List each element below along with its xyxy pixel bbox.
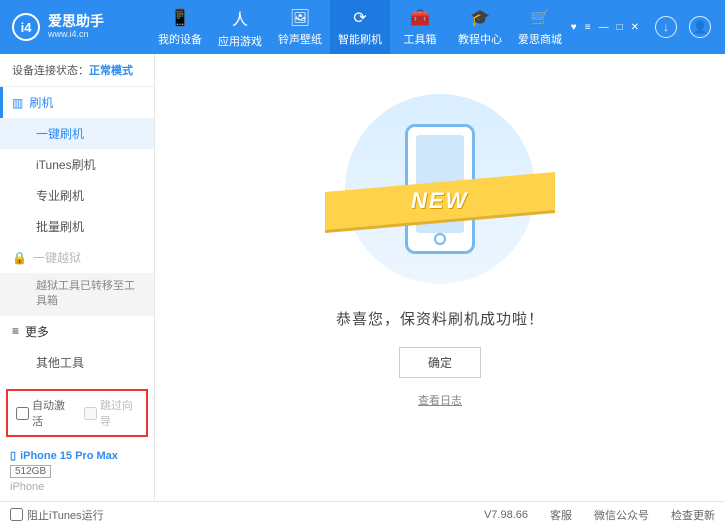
minimize-icon[interactable]: — — [599, 22, 609, 33]
nav-item-5[interactable]: 🎓教程中心 — [450, 0, 510, 54]
device-storage: 512GB — [10, 465, 51, 478]
lock-icon: 🔒 — [12, 251, 27, 265]
nav-item-0[interactable]: 📱我的设备 — [150, 0, 210, 54]
success-illustration: NEW — [345, 94, 535, 284]
download-icon[interactable]: ↓ — [655, 16, 677, 38]
sidebar-item-flash-2[interactable]: 专业刷机 — [0, 180, 154, 211]
device-icon: ▯ — [10, 449, 16, 462]
nav-icon: 🛒 — [530, 8, 550, 28]
nav-item-1[interactable]: 人应用游戏 — [210, 0, 270, 54]
header: i4 爱思助手 www.i4.cn 📱我的设备人应用游戏🖼铃声壁纸⟳智能刷机🧰工… — [0, 0, 725, 54]
list-icon: ≡ — [12, 324, 19, 338]
nav-icon: 🎓 — [470, 8, 490, 28]
footer-link-support[interactable]: 客服 — [550, 507, 572, 523]
nav-item-3[interactable]: ⟳智能刷机 — [330, 0, 390, 54]
auto-activate-checkbox[interactable]: 自动激活 — [16, 397, 70, 429]
main-content: NEW 恭喜您，保资料刷机成功啦！ 确定 查看日志 — [155, 54, 725, 501]
sidebar-group-flash[interactable]: ▥ 刷机 — [0, 87, 154, 118]
jailbreak-note: 越狱工具已转移至工具箱 — [0, 273, 154, 316]
nav-item-6[interactable]: 🛒爱思商城 — [510, 0, 570, 54]
nav-icon: 📱 — [170, 8, 190, 28]
close-icon[interactable]: ✕ — [631, 22, 639, 33]
footer: 阻止iTunes运行 V7.98.66 客服 微信公众号 检查更新 — [0, 501, 725, 527]
sidebar: 设备连接状态：正常模式 ▥ 刷机 一键刷机iTunes刷机专业刷机批量刷机 🔒 … — [0, 54, 155, 501]
view-log-link[interactable]: 查看日志 — [418, 392, 462, 408]
footer-link-update[interactable]: 检查更新 — [671, 507, 715, 523]
phone-icon: ▥ — [12, 96, 23, 110]
nav-icon: 🧰 — [410, 8, 430, 28]
block-itunes-checkbox[interactable]: 阻止iTunes运行 — [10, 507, 104, 523]
device-info: ▯iPhone 15 Pro Max 512GB iPhone — [0, 443, 154, 501]
nav-icon: 🖼 — [290, 8, 310, 28]
window-controls: ♥ ≡ — □ ✕ — [571, 22, 639, 33]
app-name: 爱思助手 — [48, 14, 104, 29]
sidebar-item-more-1[interactable]: 下载固件 — [0, 378, 154, 383]
footer-link-wechat[interactable]: 微信公众号 — [594, 507, 649, 523]
version-label: V7.98.66 — [484, 509, 528, 521]
nav-icon: 人 — [232, 6, 248, 30]
skip-guide-checkbox[interactable]: 跳过向导 — [84, 397, 138, 429]
options-highlight-box: 自动激活 跳过向导 — [6, 389, 148, 437]
sidebar-item-flash-0[interactable]: 一键刷机 — [0, 118, 154, 149]
menu-icon[interactable]: ♥ — [571, 22, 577, 33]
nav-icon: ⟳ — [353, 8, 366, 28]
sidebar-item-flash-3[interactable]: 批量刷机 — [0, 211, 154, 242]
device-status: 设备连接状态：正常模式 — [0, 54, 154, 87]
nav-item-2[interactable]: 🖼铃声壁纸 — [270, 0, 330, 54]
list-icon[interactable]: ≡ — [585, 22, 591, 33]
sidebar-group-jailbreak: 🔒 一键越狱 — [0, 242, 154, 273]
nav-item-4[interactable]: 🧰工具箱 — [390, 0, 450, 54]
app-url: www.i4.cn — [48, 30, 104, 40]
logo: i4 爱思助手 www.i4.cn — [0, 13, 150, 41]
logo-icon: i4 — [12, 13, 40, 41]
maximize-icon[interactable]: □ — [617, 22, 623, 33]
sidebar-item-more-0[interactable]: 其他工具 — [0, 347, 154, 378]
success-message: 恭喜您，保资料刷机成功啦！ — [336, 308, 544, 329]
top-nav: 📱我的设备人应用游戏🖼铃声壁纸⟳智能刷机🧰工具箱🎓教程中心🛒爱思商城 — [150, 0, 570, 54]
ok-button[interactable]: 确定 — [399, 347, 481, 378]
device-type: iPhone — [10, 481, 144, 493]
sidebar-item-flash-1[interactable]: iTunes刷机 — [0, 149, 154, 180]
sidebar-group-more[interactable]: ≡ 更多 — [0, 316, 154, 347]
user-icon[interactable]: 👤 — [689, 16, 711, 38]
